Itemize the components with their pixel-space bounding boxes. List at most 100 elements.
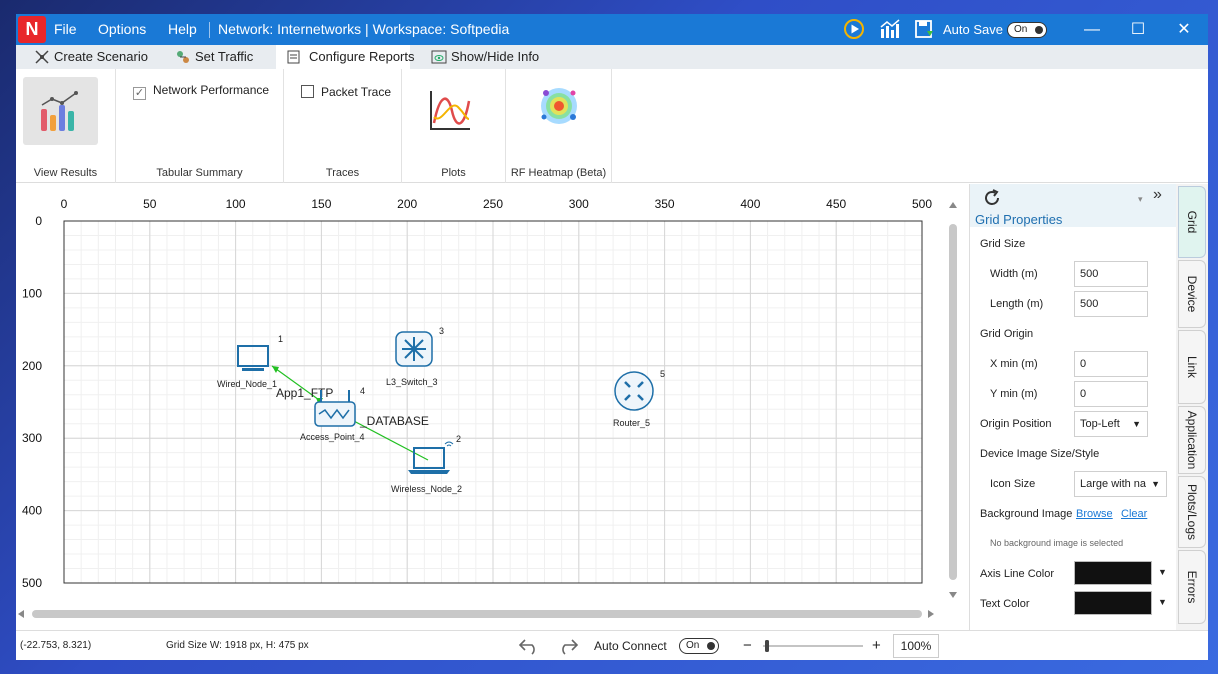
browse-link[interactable]: Browse: [1076, 508, 1113, 520]
x-tick-label: 300: [569, 197, 589, 211]
maximize-button[interactable]: ☐: [1115, 14, 1161, 45]
autosave-toggle[interactable]: On: [1007, 22, 1047, 38]
collapse-panel-icon[interactable]: »: [1153, 186, 1162, 204]
grid-size-heading: Grid Size: [980, 238, 1026, 250]
save-icon[interactable]: [913, 18, 935, 40]
switch-icon: [395, 331, 433, 367]
auto-connect-toggle[interactable]: On: [679, 638, 719, 654]
x-tick-label: 500: [912, 197, 932, 211]
axis-line-color-swatch[interactable]: [1074, 561, 1152, 585]
chevron-down-icon[interactable]: ▼: [1158, 597, 1167, 607]
tab-configure-reports[interactable]: Configure Reports: [276, 45, 415, 69]
side-tab-application[interactable]: Application: [1178, 406, 1206, 474]
x-tick-label: 150: [311, 197, 331, 211]
y-tick-label: 200: [22, 359, 42, 373]
network-canvas[interactable]: 0 50 100 150 200 250 300 350 400 450 500 0 100 200 30…: [16, 184, 969, 626]
origin-position-value: Top-Left: [1080, 418, 1120, 430]
side-tab-link[interactable]: Link: [1178, 330, 1206, 404]
origin-position-select[interactable]: Top-Left ▼: [1074, 411, 1148, 437]
side-tab-plots-logs[interactable]: Plots/Logs: [1178, 476, 1206, 548]
device-label: Wireless_Node_2: [391, 484, 462, 494]
redo-icon[interactable]: [557, 637, 579, 655]
text-color-swatch[interactable]: [1074, 591, 1152, 615]
axis-line-color-label: Axis Line Color: [980, 568, 1054, 580]
zoom-out-button[interactable]: −: [743, 631, 752, 661]
device-l3-switch-3[interactable]: 3 L3_Switch_3: [386, 326, 444, 387]
heatmap-icon: [541, 88, 577, 124]
device-label: Access_Point_4: [300, 432, 365, 442]
x-tick-label: 0: [61, 197, 68, 211]
group-rf-heatmap[interactable]: RF Heatmap (Beta): [506, 69, 612, 183]
router-icon: [614, 371, 654, 411]
ribbon: View Results ✓ Network Performance Tabula…: [16, 69, 1208, 183]
tab-label: Show/Hide Info: [451, 49, 540, 64]
width-input[interactable]: 500: [1074, 261, 1148, 287]
vertical-scrollbar[interactable]: [948, 202, 958, 598]
background-image-label: Background Image: [980, 508, 1073, 520]
auto-connect-label: Auto Connect: [594, 639, 667, 653]
side-tab-grid[interactable]: Grid: [1178, 186, 1206, 258]
tabular-summary-label: Tabular Summary: [156, 167, 243, 179]
tab-set-traffic[interactable]: Set Traffic: [175, 45, 253, 69]
menu-help[interactable]: Help: [168, 14, 197, 45]
menu-options[interactable]: Options: [98, 14, 146, 45]
device-id: 3: [439, 326, 444, 336]
x-tick-label: 400: [740, 197, 760, 211]
grid-canvas[interactable]: 0 50 100 150 200 250 300 350 400 450 500 0 100 200 30…: [16, 184, 969, 626]
toggle-knob: [707, 641, 715, 650]
side-tab-device[interactable]: Device: [1178, 260, 1206, 328]
origin-position-label: Origin Position: [980, 418, 1052, 430]
group-tabular-summary: ✓ Network Performance Tabular Summary: [116, 69, 284, 183]
side-tabs: Grid Device Link Application Plots/Logs …: [1176, 184, 1208, 630]
menu-file[interactable]: File: [54, 14, 77, 45]
y-tick-label: 100: [22, 286, 42, 300]
refresh-icon[interactable]: [982, 188, 1002, 208]
zoom-in-button[interactable]: +: [872, 631, 881, 661]
icon-size-select[interactable]: Large with na ▼: [1074, 471, 1167, 497]
analytics-icon[interactable]: [878, 18, 900, 40]
tab-show-hide-info[interactable]: Show/Hide Info: [431, 45, 539, 69]
autosave-state: On: [1014, 24, 1028, 35]
close-button[interactable]: ✕: [1161, 14, 1207, 45]
chevron-down-icon[interactable]: ▼: [1158, 567, 1167, 577]
bar-chart-icon: [41, 91, 78, 131]
packet-trace-checkbox[interactable]: Packet Trace: [301, 85, 391, 99]
minimize-button[interactable]: —: [1069, 14, 1115, 45]
plots-icon: [430, 91, 471, 130]
grid-origin-heading: Grid Origin: [980, 328, 1034, 340]
x-tick-label: 450: [826, 197, 846, 211]
zoom-slider[interactable]: [761, 639, 865, 653]
device-router-5[interactable]: 5 Router_5: [613, 369, 665, 428]
plots-label: Plots: [441, 167, 466, 179]
group-plots[interactable]: Plots: [402, 69, 506, 183]
auto-connect-state: On: [686, 640, 700, 651]
properties-panel: ▾ » Grid Properties Grid Size Width (m) …: [969, 184, 1176, 630]
tab-create-scenario[interactable]: Create Scenario: [34, 45, 148, 69]
undo-icon[interactable]: [518, 637, 540, 655]
window-title: Network: Internetworks | Workspace: Soft…: [218, 21, 510, 37]
xmin-input[interactable]: 0: [1074, 351, 1148, 377]
network-performance-checkbox[interactable]: ✓ Network Performance: [133, 83, 269, 100]
side-tab-errors[interactable]: Errors: [1178, 550, 1206, 624]
zoom-level[interactable]: 100%: [893, 634, 939, 658]
length-input[interactable]: 500: [1074, 291, 1148, 317]
device-id: 2: [456, 434, 461, 444]
side-tab-label: Link: [1185, 355, 1199, 379]
device-id: 5: [660, 369, 665, 379]
xmin-label: X min (m): [990, 358, 1038, 370]
device-wireless-node-2[interactable]: 2 Wireless_Node_2: [391, 434, 462, 494]
device-image-heading: Device Image Size/Style: [980, 448, 1100, 460]
side-tab-label: Errors: [1185, 570, 1199, 604]
device-wired-node-1[interactable]: 1 Wired_Node_1: [217, 334, 283, 389]
ymin-input[interactable]: 0: [1074, 381, 1148, 407]
x-tick-label: 50: [143, 197, 157, 211]
network-performance-label: Network Performance: [153, 83, 270, 97]
horizontal-scrollbar[interactable]: [16, 607, 956, 621]
scenario-icon: [35, 50, 49, 64]
side-tab-label: Application: [1185, 410, 1199, 470]
run-simulation-icon[interactable]: [843, 18, 865, 40]
pin-icon[interactable]: ▾: [1138, 194, 1143, 205]
clear-link[interactable]: Clear: [1121, 508, 1147, 520]
chevron-down-icon: ▼: [1151, 479, 1160, 489]
view-results-button[interactable]: [23, 77, 98, 145]
